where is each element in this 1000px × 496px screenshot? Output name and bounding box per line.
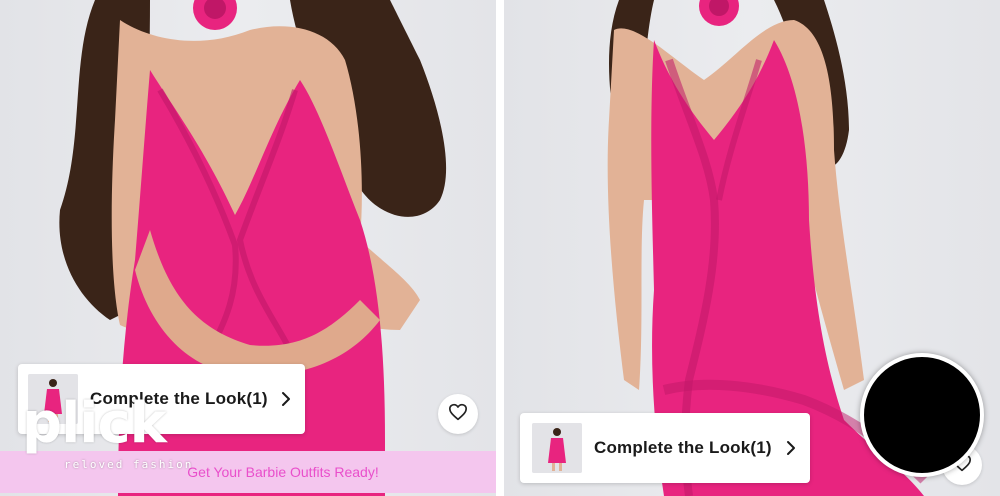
heart-outline-icon (448, 403, 468, 426)
complete-the-look-label: Complete the Look(1) (594, 438, 772, 457)
promo-text: Get Your Barbie Outfits Ready! (187, 464, 379, 480)
product-gallery: Complete the Look(1) Get Your Barbie Out… (0, 0, 1000, 496)
brand-watermark: plick reloved fashion (22, 396, 192, 486)
complete-the-look-button[interactable]: Complete the Look(1) (520, 413, 810, 483)
redaction-circle (860, 353, 984, 477)
outfit-thumbnail (532, 423, 582, 473)
brand-logo-text: plick (22, 391, 167, 456)
favorite-button[interactable] (438, 394, 478, 434)
product-image-1[interactable]: Complete the Look(1) Get Your Barbie Out… (0, 0, 496, 496)
chevron-right-icon (784, 438, 798, 458)
chevron-right-icon (279, 389, 293, 409)
brand-tagline: reloved fashion (64, 458, 194, 471)
